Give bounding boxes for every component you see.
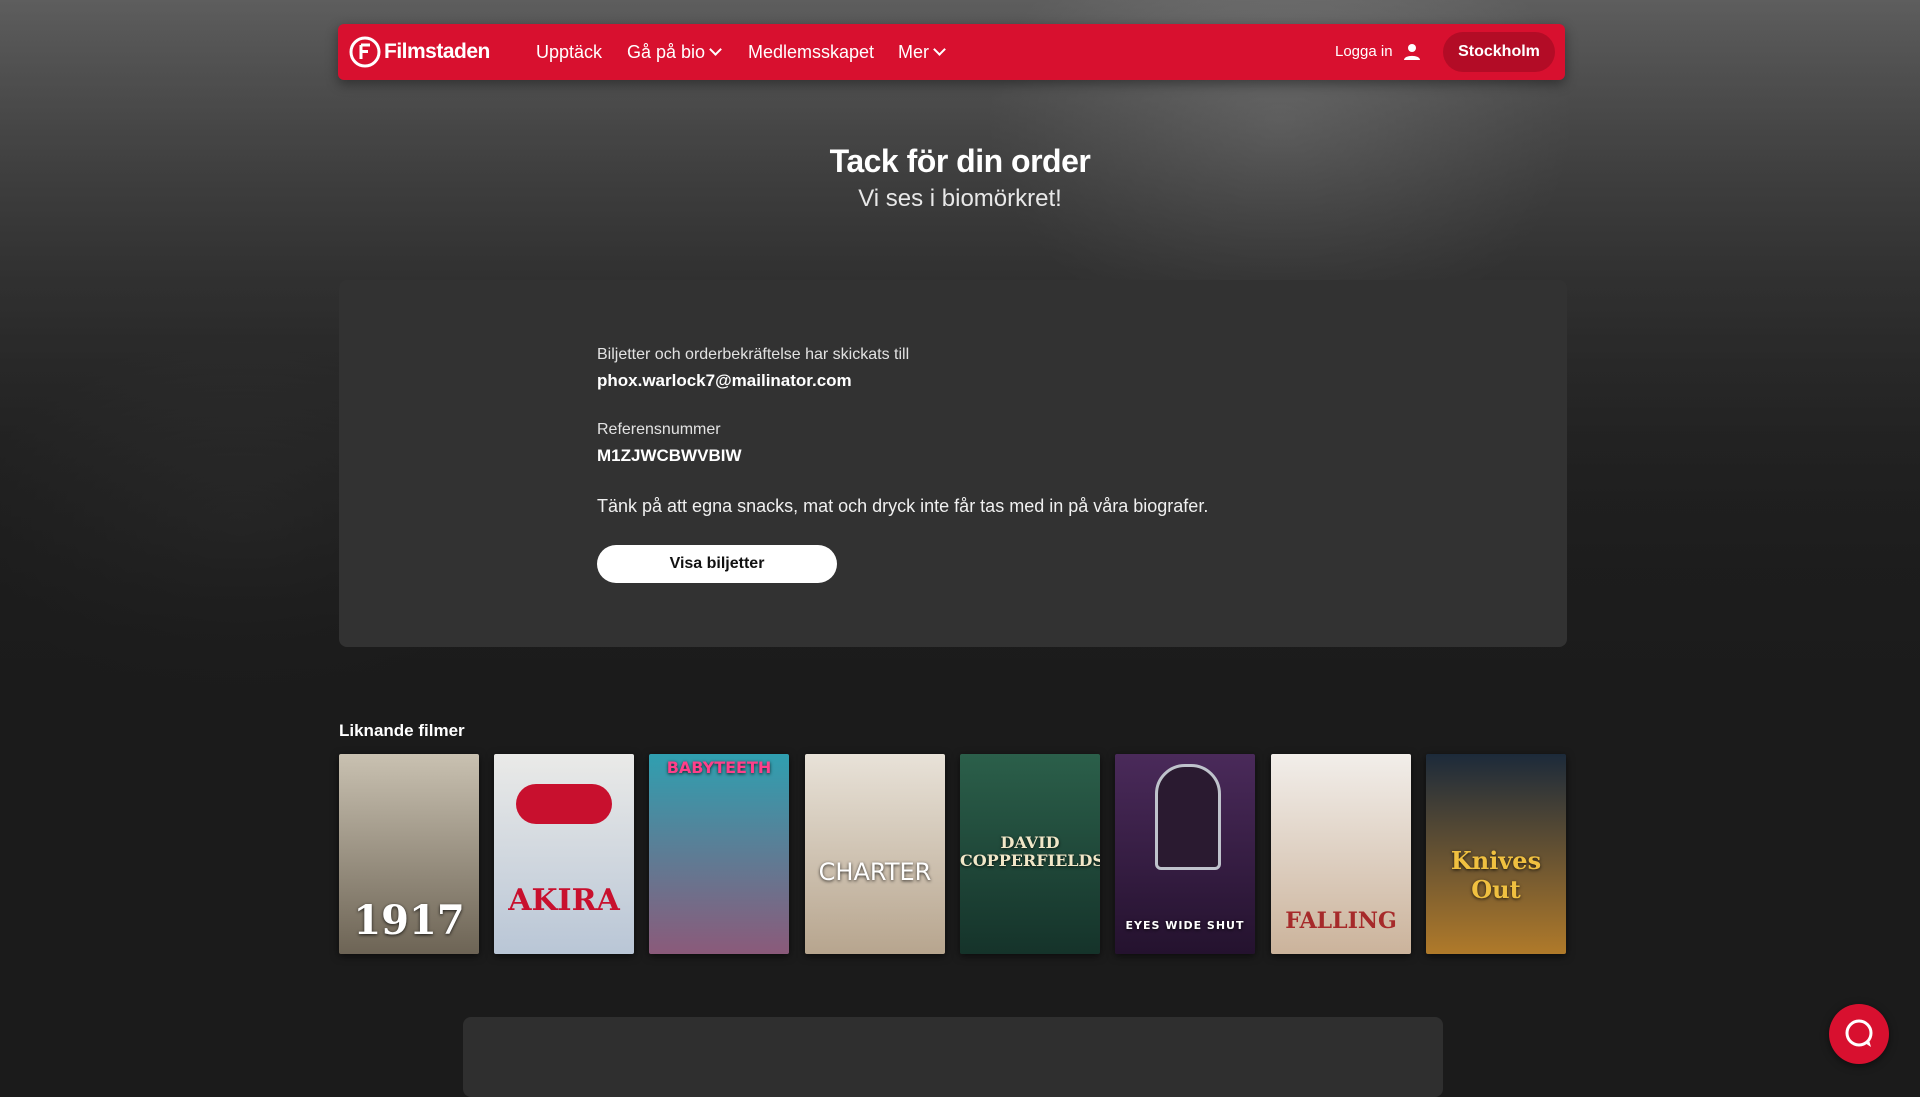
chat-support-button[interactable] [1829, 1004, 1889, 1064]
movie-poster[interactable]: EYES WIDE SHUT [1115, 754, 1255, 954]
movie-poster[interactable]: BABYTEETH [649, 754, 789, 954]
chevron-down-icon [709, 43, 722, 56]
poster-image [805, 754, 945, 954]
logo-text: Filmstaden [384, 40, 490, 63]
poster-title: FALLING [1285, 908, 1397, 934]
show-tickets-button[interactable]: Visa biljetter [597, 545, 837, 583]
movie-poster[interactable]: 1917 [339, 754, 479, 954]
login-link[interactable]: Logga in [1335, 24, 1421, 80]
nav-link-label: Medlemsskapet [748, 42, 875, 62]
poster-title: Knives Out [1450, 846, 1542, 904]
filmstaden-logo-icon [349, 36, 381, 68]
nav-link-label: Upptäck [536, 42, 603, 62]
movie-poster[interactable]: CHARTER [805, 754, 945, 954]
snacks-notice: Tänk på att egna snacks, mat och dryck i… [597, 496, 1209, 516]
nav-link-upptack[interactable]: Upptäck [536, 24, 602, 80]
reference-label: Referensnummer [597, 421, 721, 438]
user-icon [1403, 44, 1420, 60]
nav-link-label: Mer [898, 42, 929, 62]
nav-link-label: Gå på bio [627, 42, 706, 62]
chevron-down-icon [933, 43, 946, 56]
order-confirmation-card: Biljetter och orderbekräftelse har skick… [339, 280, 1567, 647]
poster-title: DAVID COPPERFIELDS [960, 833, 1100, 870]
poster-title: AKIRA [508, 883, 620, 918]
page-subtitle: Vi ses i biomörkret! [858, 185, 1062, 212]
page-title: Tack för din order [829, 143, 1091, 179]
footer-card [463, 1017, 1443, 1097]
poster-image [649, 754, 789, 954]
poster-title: CHARTER [818, 858, 932, 886]
sent-to-label: Biljetter och orderbekräftelse har skick… [597, 346, 910, 363]
reference-number: M1ZJWCBWVBIW [597, 446, 742, 465]
movie-poster[interactable]: Knives Out [1426, 754, 1566, 954]
logo[interactable]: Filmstaden [349, 34, 490, 70]
nav-link-medlemsskapet[interactable]: Medlemsskapet [748, 24, 874, 80]
movie-poster[interactable]: AKIRA [494, 754, 634, 954]
movie-poster[interactable]: DAVID COPPERFIELDS [960, 754, 1100, 954]
chat-bubble-icon [1845, 1019, 1873, 1047]
poster-title: EYES WIDE SHUT [1125, 919, 1245, 932]
login-label: Logga in [1335, 43, 1393, 60]
movie-poster[interactable]: FALLING [1271, 754, 1411, 954]
similar-movies-heading: Liknande filmer [339, 721, 465, 740]
poster-title: 1917 [353, 897, 465, 944]
nav-link-mer[interactable]: Mer [898, 24, 946, 80]
email-value: phox.warlock7@mailinator.com [597, 371, 852, 390]
nav-link-ga-pa-bio[interactable]: Gå på bio [627, 24, 722, 80]
poster-title: BABYTEETH [666, 758, 772, 777]
city-selector-button[interactable]: Stockholm [1443, 32, 1555, 72]
top-navbar: Filmstaden Upptäck Gå på bio Medlemsskap… [338, 24, 1565, 80]
